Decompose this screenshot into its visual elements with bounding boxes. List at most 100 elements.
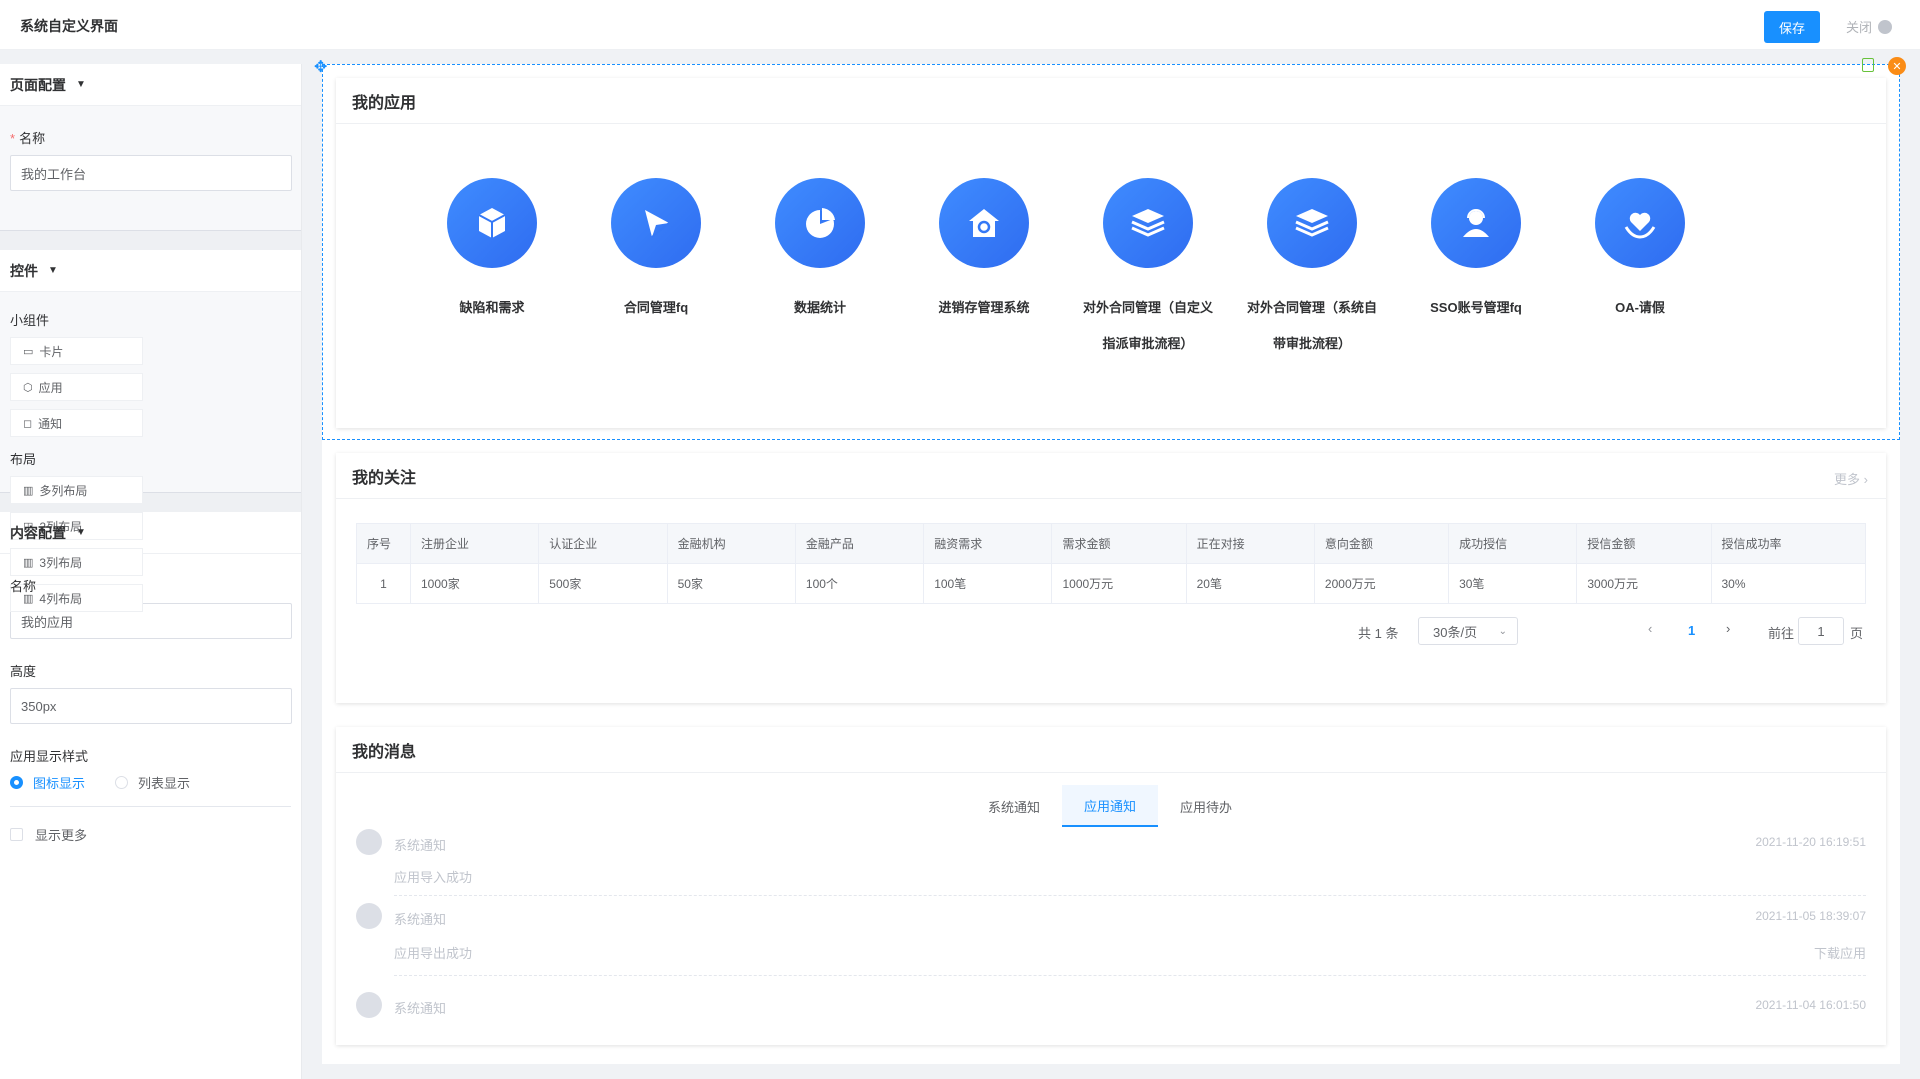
message-body: 应用导出成功 (394, 946, 473, 961)
tab-app-todo[interactable]: 应用待办 (1158, 785, 1254, 827)
my-messages-card: 我的消息 系统通知 应用通知 应用待办 系统通知 2021-11-20 16:1… (336, 727, 1886, 1045)
tab-app-notice[interactable]: 应用通知 (1062, 785, 1158, 827)
radio-list-display[interactable]: 列表显示 (115, 773, 190, 792)
widget-notice[interactable]: ◻ 通知 (10, 409, 143, 437)
goto-label: 前往 (1768, 626, 1795, 641)
table-header: 需求金额 (1051, 523, 1187, 564)
page-config-header[interactable]: 页面配置 ▼ (0, 64, 301, 106)
radio-unchecked-icon (115, 776, 129, 789)
table-cell: 2000万元 (1313, 563, 1450, 604)
columns-icon: ▥ (23, 484, 34, 497)
page-name-input[interactable]: 我的工作台 (10, 155, 292, 191)
prev-page-icon[interactable]: ‹ (1648, 621, 1652, 636)
widget-card[interactable]: ▭ 卡片 (10, 337, 143, 365)
cube-icon: ⬡ (23, 381, 33, 394)
table-header: 授信金额 (1576, 523, 1712, 564)
move-icon[interactable]: ✥ (314, 57, 327, 77)
controls-title: 控件 (10, 262, 38, 279)
close-button[interactable]: 关闭 (1846, 17, 1893, 36)
goto-page-input[interactable]: 1 (1798, 617, 1844, 645)
close-icon (1878, 19, 1893, 34)
message-time: 2021-11-04 16:01:50 (1755, 998, 1866, 1012)
table-cell: 30% (1710, 563, 1866, 604)
config-panel: 页面配置 ▼ * 名称 我的工作台 控件 ▼ 小组件 ▭ 卡片 ⬡ 应用 ◻ 通知 布局… (0, 64, 302, 1079)
page-config-title: 页面配置 (10, 76, 66, 93)
message-source: 系统通知 (394, 912, 447, 927)
radio-icon-display[interactable]: 图标显示 (10, 773, 85, 792)
layout-3-col[interactable]: ▥ 3列布局 (10, 548, 143, 576)
caret-down-icon: ▼ (76, 79, 86, 90)
show-more-label: 显示更多 (35, 828, 88, 843)
content-config-title: 内容配置 (10, 524, 66, 541)
avatar (356, 829, 382, 855)
table-header: 成功授信 (1448, 523, 1578, 564)
message-time: 2021-11-20 16:19:51 (1755, 835, 1866, 849)
bell-icon: ◻ (23, 417, 33, 430)
layout-multi-col[interactable]: ▥ 多列布局 (10, 476, 143, 504)
required-mark: * (10, 131, 16, 146)
more-link[interactable]: 更多 › (1834, 469, 1868, 488)
table-row: 1 1000家 500家 50家 100个 100笔 1000万元 20笔 20… (356, 563, 1866, 604)
table-cell: 100笔 (923, 563, 1053, 604)
table-cell: 500家 (538, 563, 668, 604)
page-size-select[interactable]: 30条/页 ⌄ (1418, 617, 1518, 645)
layout-label: 布局 (10, 452, 37, 467)
message-time: 2021-11-05 18:39:07 (1755, 909, 1866, 923)
divider (0, 230, 301, 250)
caret-down-icon: ▼ (48, 265, 58, 276)
pagination: 共 1 条 30条/页 ⌄ ‹ 1 › 前往 1 页 (336, 617, 1886, 645)
avatar (356, 903, 382, 929)
caret-down-icon: ▼ (76, 527, 86, 538)
copy-icon[interactable] (1862, 58, 1874, 72)
widgets-label: 小组件 (10, 313, 50, 328)
table-cell: 20笔 (1185, 563, 1315, 604)
height-label: 高度 (10, 664, 37, 679)
table-cell: 1 (356, 563, 411, 604)
top-bar: 系统自定义界面 保存 关闭 (0, 0, 1920, 50)
message-source: 系统通知 (394, 1001, 447, 1016)
table-header: 序号 (356, 523, 411, 564)
divider (394, 895, 1866, 896)
message-tabs: 系统通知 应用通知 应用待办 (336, 785, 1886, 827)
next-page-icon[interactable]: › (1726, 621, 1730, 636)
height-input[interactable]: 350px (10, 688, 292, 724)
table-header: 意向金额 (1313, 523, 1450, 564)
page-title: 系统自定义界面 (20, 18, 118, 34)
save-button[interactable]: 保存 (1764, 11, 1820, 43)
message-source: 系统通知 (394, 838, 447, 853)
display-style-label: 应用显示样式 (10, 749, 89, 764)
follow-table: 序号 注册企业 认证企业 金融机构 金融产品 融资需求 需求金额 正在对接 意向… (356, 523, 1866, 604)
page-number[interactable]: 1 (1688, 623, 1695, 638)
controls-body: 小组件 ▭ 卡片 ⬡ 应用 ◻ 通知 布局 ▥ 多列布局 ◫ 2列布局 ▥ 3列布局 ▥ 4列… (0, 292, 301, 612)
columns-icon: ▥ (23, 556, 34, 569)
avatar (356, 992, 382, 1018)
table-header: 认证企业 (538, 523, 668, 564)
controls-header[interactable]: 控件 ▼ (0, 250, 301, 292)
checkbox-icon (10, 828, 23, 841)
table-cell: 1000万元 (1051, 563, 1187, 604)
message-body: 应用导入成功 (394, 870, 473, 885)
my-messages-title: 我的消息 (336, 727, 1886, 773)
close-label: 关闭 (1846, 20, 1873, 35)
widget-app[interactable]: ⬡ 应用 (10, 373, 143, 401)
selection-frame (322, 64, 1900, 440)
delete-icon[interactable]: ✕ (1888, 57, 1906, 75)
table-header: 正在对接 (1185, 523, 1315, 564)
table-header: 融资需求 (923, 523, 1053, 564)
page-suffix: 页 (1850, 626, 1864, 641)
show-more-checkbox[interactable]: 显示更多 (10, 807, 291, 862)
chevron-down-icon: ⌄ (1498, 625, 1507, 637)
page-config-body: * 名称 我的工作台 (0, 106, 301, 230)
tab-system-notice[interactable]: 系统通知 (966, 785, 1062, 827)
divider (394, 975, 1866, 976)
my-follow-title: 我的关注 更多 › (336, 453, 1886, 499)
table-cell: 30笔 (1448, 563, 1578, 604)
table-header: 授信成功率 (1710, 523, 1866, 564)
total-count: 共 1 条 (1358, 626, 1399, 641)
download-app-link[interactable]: 下载应用 (1814, 943, 1866, 962)
table-cell: 50家 (666, 563, 796, 604)
table-cell: 3000万元 (1576, 563, 1712, 604)
table-cell: 1000家 (409, 563, 540, 604)
radio-checked-icon (10, 776, 23, 789)
table-header: 金融机构 (666, 523, 796, 564)
